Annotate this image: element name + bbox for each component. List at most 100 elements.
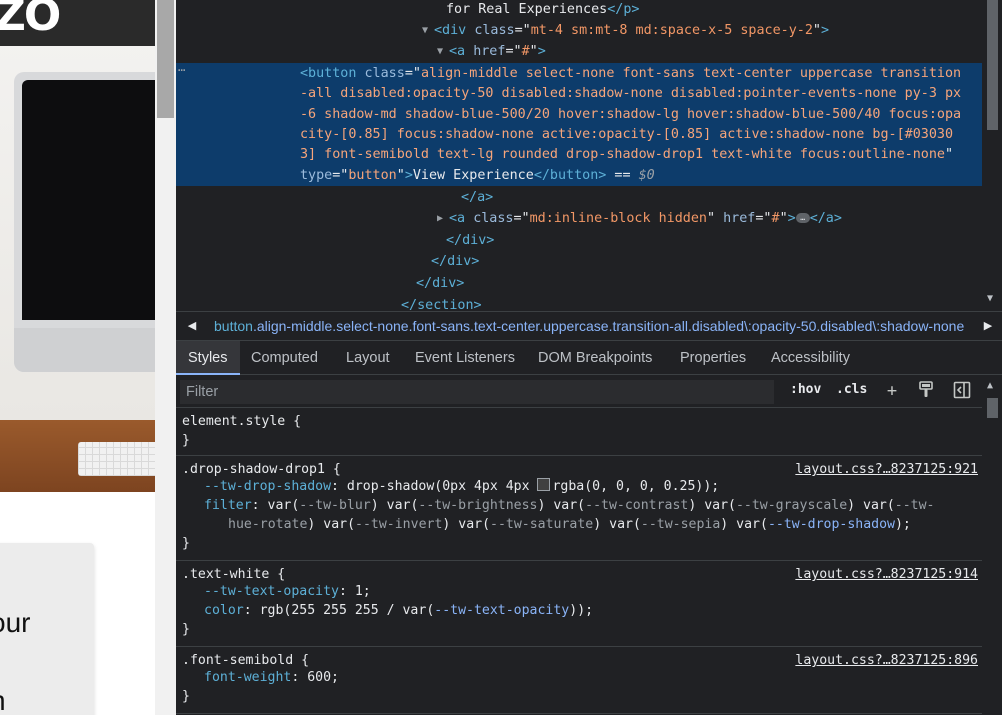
collapse-triangle-icon[interactable]: ▶: [437, 208, 443, 229]
token-tag: </section>: [401, 298, 482, 311]
filter-input[interactable]: [180, 380, 774, 404]
rule-close-brace: }: [182, 622, 190, 637]
css-declaration[interactable]: --tw-drop-shadow: drop-shadow(0px 4px 4p…: [204, 477, 719, 496]
token-prop: filter: [204, 498, 252, 513]
tab-event-listeners[interactable]: Event Listeners: [403, 341, 527, 374]
elements-tree[interactable]: ⋯ for Real Experiences</p> ▼ <div class="m…: [176, 0, 982, 311]
card-text-line: our: [0, 607, 31, 638]
token-eq: ": [529, 44, 538, 59]
logo-text: ZO: [0, 0, 61, 41]
token-attr: class: [473, 211, 514, 226]
rule-close-brace: }: [182, 689, 190, 704]
page-scrollbar[interactable]: [155, 0, 176, 715]
token-tag: <a: [449, 44, 474, 59]
css-declaration[interactable]: hue-rotate) var(--tw-invert) var(--tw-sa…: [204, 515, 911, 534]
selected-node-line[interactable]: 3] font-semibold text-lg rounded drop-sh…: [300, 145, 953, 166]
toggle-sidebar-icon[interactable]: [952, 381, 972, 401]
token-val: city-[0.85] focus:shadow-none active:opa…: [300, 126, 954, 142]
rule-source-link[interactable]: layout.css?…8237125:914: [795, 565, 978, 584]
token-tag: <div: [434, 23, 475, 38]
expand-node-pill[interactable]: …: [795, 213, 810, 223]
token-eq: ": [779, 211, 788, 226]
styles-scrollbar[interactable]: ▲: [982, 376, 1002, 715]
breadcrumb-left-arrow-icon[interactable]: ◀: [182, 312, 202, 340]
token-prop: color: [204, 603, 244, 618]
rule-source-link[interactable]: layout.css?…8237125:896: [795, 651, 978, 670]
dom-node-line[interactable]: </div>: [446, 230, 494, 251]
cls-button[interactable]: .cls: [836, 382, 867, 397]
token-attr: href: [723, 211, 756, 226]
token-pval: : drop-shadow(0px 4px 4px: [331, 479, 538, 494]
selected-node-line[interactable]: type="button">View Experience</button> =…: [300, 166, 655, 187]
hero-photo: ZO: [0, 0, 155, 492]
token-varname: --tw-: [894, 498, 935, 513]
token-tag: <a: [449, 211, 474, 226]
token-eq: =": [514, 23, 531, 38]
token-pval: ) var(: [847, 498, 895, 513]
token-pval: : 600;: [291, 670, 339, 685]
breadcrumb-right-arrow-icon[interactable]: ▶: [978, 312, 998, 340]
token-varname: --tw-sepia: [640, 517, 721, 532]
elements-scrollbar-thumb[interactable]: [987, 0, 998, 130]
token-txt: View Experience: [412, 167, 534, 183]
token-txt: ==: [606, 167, 639, 183]
token-tag: </a>: [809, 211, 842, 226]
css-declaration[interactable]: filter: var(--tw-blur) var(--tw-brightne…: [204, 496, 934, 515]
elements-scrollbar[interactable]: ▼: [982, 0, 1002, 311]
token-val: -6 shadow-md shadow-blue-500/20 hover:sh…: [300, 106, 962, 122]
dom-node-line[interactable]: </div>: [431, 251, 479, 272]
css-declaration[interactable]: color: rgb(255 255 255 / var(--tw-text-o…: [204, 601, 593, 620]
css-variable: --tw-text-opacity: [434, 603, 570, 618]
expand-triangle-icon[interactable]: ▼: [422, 20, 428, 41]
selected-node-line[interactable]: city-[0.85] focus:shadow-none active:opa…: [300, 125, 953, 146]
dom-node-line[interactable]: </div>: [416, 273, 464, 294]
css-declaration[interactable]: font-weight: 600;: [204, 668, 339, 687]
dom-node-line[interactable]: for Real Experiences</p>: [446, 0, 640, 20]
scroll-up-arrow-icon[interactable]: ▲: [987, 380, 993, 391]
token-prop: font-weight: [204, 670, 292, 685]
expand-triangle-icon[interactable]: ▼: [437, 41, 443, 62]
dom-node-line[interactable]: ▶ <a class="md:inline-block hidden" href=…: [437, 208, 842, 229]
tab-properties[interactable]: Properties: [668, 341, 758, 374]
styles-scrollbar-thumb[interactable]: [987, 398, 998, 418]
breadcrumb-classes[interactable]: .align-middle.select-none.font-sans.text…: [253, 318, 964, 334]
css-rule: .font-semibold {layout.css?…8237125:896 f…: [176, 647, 982, 714]
page-scrollbar-thumb[interactable]: [157, 0, 174, 118]
node-actions-icon[interactable]: ⋯: [178, 63, 185, 77]
selected-node-line[interactable]: -6 shadow-md shadow-blue-500/20 hover:sh…: [300, 105, 961, 126]
hov-button[interactable]: :hov: [790, 382, 821, 397]
token-attr: class: [474, 23, 515, 38]
dom-node-line[interactable]: </section>: [401, 295, 482, 311]
token-tag: </div>: [446, 233, 495, 248]
rule-selector[interactable]: element.style {: [182, 412, 301, 431]
add-rule-icon[interactable]: +: [882, 381, 902, 401]
selected-node-line[interactable]: <button class="align-middle select-none …: [300, 64, 961, 85]
token-varname: --tw-contrast: [585, 498, 689, 513]
rule-source-link[interactable]: layout.css?…8237125:921: [795, 460, 978, 479]
scroll-down-arrow-icon[interactable]: ▼: [987, 293, 993, 304]
selected-node-line[interactable]: -all disabled:opacity-50 disabled:shadow…: [300, 84, 961, 105]
token-eq: ": [707, 211, 724, 226]
token-prop: --tw-text-opacity: [204, 584, 339, 599]
tab-accessibility[interactable]: Accessibility: [759, 341, 862, 374]
dom-node-line[interactable]: </a>: [461, 187, 493, 208]
dom-node-line[interactable]: ▼ <a href="#">: [437, 41, 546, 62]
color-swatch[interactable]: [537, 478, 551, 491]
tab-styles[interactable]: Styles: [176, 341, 240, 375]
paint-brush-icon[interactable]: [916, 381, 936, 401]
token-eq: ": [944, 147, 954, 163]
tab-dom-breakpoints[interactable]: DOM Breakpoints: [526, 341, 664, 374]
css-declaration[interactable]: --tw-text-opacity: 1;: [204, 582, 371, 601]
tab-layout[interactable]: Layout: [334, 341, 402, 374]
token-tag: >: [404, 167, 413, 183]
breadcrumb-path[interactable]: button.align-middle.select-none.font-san…: [214, 312, 974, 340]
breadcrumb-element[interactable]: button: [214, 318, 253, 334]
token-pval: ) var(: [307, 517, 356, 532]
token-pval: ) var(: [593, 517, 641, 532]
token-val: mt-4 sm:mt-8 md:space-x-5 space-y-2: [530, 23, 813, 38]
token-varname: hue-rotate: [228, 517, 308, 532]
token-pval: ) var(: [537, 498, 586, 513]
tab-computed[interactable]: Computed: [239, 341, 330, 374]
token-tag: >: [787, 211, 796, 226]
dom-node-line[interactable]: ▼ <div class="mt-4 sm:mt-8 md:space-x-5 s…: [422, 20, 829, 41]
